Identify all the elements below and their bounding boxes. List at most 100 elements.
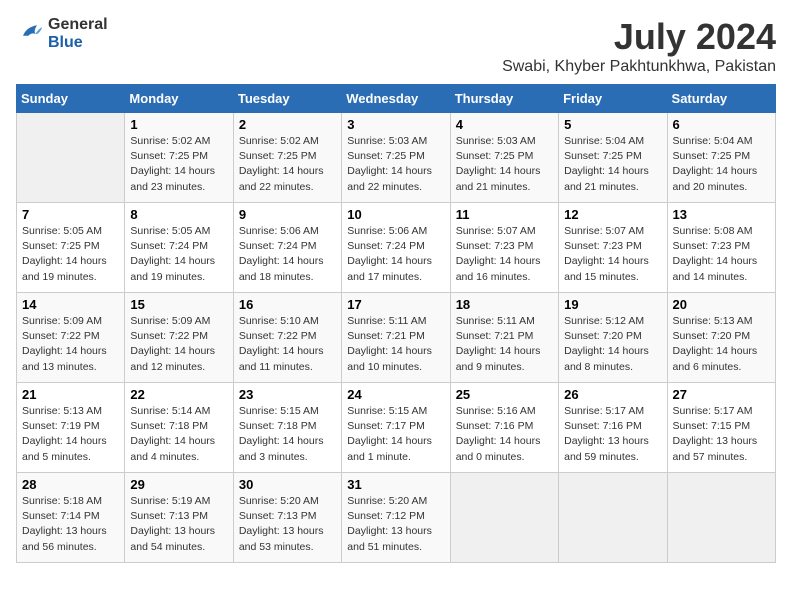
day-number: 16 bbox=[239, 297, 336, 312]
calendar-week-2: 7Sunrise: 5:05 AMSunset: 7:25 PMDaylight… bbox=[17, 203, 776, 293]
calendar-cell: 27 Sunrise: 5:17 AMSunset: 7:15 PMDayligh… bbox=[667, 383, 775, 473]
calendar-week-5: 28Sunrise: 5:18 AMSunset: 7:14 PMDayligh… bbox=[17, 473, 776, 563]
calendar-cell: 17Sunrise: 5:11 AMSunset: 7:21 PMDayligh… bbox=[342, 293, 450, 383]
day-info: Sunrise: 5:11 AMSunset: 7:21 PMDaylight:… bbox=[456, 314, 553, 375]
calendar-cell: 23 Sunrise: 5:15 AMSunset: 7:18 PMDayligh… bbox=[233, 383, 341, 473]
day-info: Sunrise: 5:14 AMSunset: 7:18 PMDaylight:… bbox=[130, 404, 227, 465]
calendar-cell: 21 Sunrise: 5:13 AMSunset: 7:19 PMDayligh… bbox=[17, 383, 125, 473]
calendar-cell: 24 Sunrise: 5:15 AMSunset: 7:17 PMDayligh… bbox=[342, 383, 450, 473]
col-wednesday: Wednesday bbox=[342, 85, 450, 113]
day-info: Sunrise: 5:03 AMSunset: 7:25 PMDaylight:… bbox=[456, 134, 553, 195]
calendar-cell bbox=[450, 473, 558, 563]
col-monday: Monday bbox=[125, 85, 233, 113]
calendar-cell bbox=[559, 473, 667, 563]
day-number: 29 bbox=[130, 477, 227, 492]
day-info: Sunrise: 5:04 AMSunset: 7:25 PMDaylight:… bbox=[564, 134, 661, 195]
day-number: 8 bbox=[130, 207, 227, 222]
title-block: July 2024 Swabi, Khyber Pakhtunkhwa, Pak… bbox=[502, 16, 776, 76]
day-number: 21 bbox=[22, 387, 119, 402]
calendar-cell: 8 Sunrise: 5:05 AMSunset: 7:24 PMDaylight… bbox=[125, 203, 233, 293]
day-info: Sunrise: 5:07 AMSunset: 7:23 PMDaylight:… bbox=[456, 224, 553, 285]
day-number: 26 bbox=[564, 387, 661, 402]
calendar-cell: 12 Sunrise: 5:07 AMSunset: 7:23 PMDayligh… bbox=[559, 203, 667, 293]
day-number: 13 bbox=[673, 207, 770, 222]
calendar-table: Sunday Monday Tuesday Wednesday Thursday… bbox=[16, 84, 776, 563]
day-info: Sunrise: 5:19 AMSunset: 7:13 PMDaylight:… bbox=[130, 494, 227, 555]
calendar-cell: 19Sunrise: 5:12 AMSunset: 7:20 PMDayligh… bbox=[559, 293, 667, 383]
calendar-cell: 25Sunrise: 5:16 AMSunset: 7:16 PMDayligh… bbox=[450, 383, 558, 473]
day-info: Sunrise: 5:02 AMSunset: 7:25 PMDaylight:… bbox=[239, 134, 336, 195]
day-info: Sunrise: 5:06 AMSunset: 7:24 PMDaylight:… bbox=[239, 224, 336, 285]
day-info: Sunrise: 5:02 AMSunset: 7:25 PMDaylight:… bbox=[130, 134, 227, 195]
calendar-cell: 10Sunrise: 5:06 AMSunset: 7:24 PMDayligh… bbox=[342, 203, 450, 293]
calendar-cell: 6Sunrise: 5:04 AMSunset: 7:25 PMDaylight… bbox=[667, 113, 775, 203]
day-info: Sunrise: 5:10 AMSunset: 7:22 PMDaylight:… bbox=[239, 314, 336, 375]
day-number: 17 bbox=[347, 297, 444, 312]
col-sunday: Sunday bbox=[17, 85, 125, 113]
day-number: 10 bbox=[347, 207, 444, 222]
day-number: 22 bbox=[130, 387, 227, 402]
calendar-cell: 26Sunrise: 5:17 AMSunset: 7:16 PMDayligh… bbox=[559, 383, 667, 473]
calendar-cell: 28Sunrise: 5:18 AMSunset: 7:14 PMDayligh… bbox=[17, 473, 125, 563]
calendar-cell: 11Sunrise: 5:07 AMSunset: 7:23 PMDayligh… bbox=[450, 203, 558, 293]
col-thursday: Thursday bbox=[450, 85, 558, 113]
day-info: Sunrise: 5:20 AMSunset: 7:13 PMDaylight:… bbox=[239, 494, 336, 555]
main-title: July 2024 bbox=[502, 16, 776, 58]
day-number: 14 bbox=[22, 297, 119, 312]
logo-text: General Blue bbox=[48, 16, 108, 51]
day-number: 18 bbox=[456, 297, 553, 312]
col-friday: Friday bbox=[559, 85, 667, 113]
calendar-cell: 22 Sunrise: 5:14 AMSunset: 7:18 PMDayligh… bbox=[125, 383, 233, 473]
calendar-cell: 1Sunrise: 5:02 AMSunset: 7:25 PMDaylight… bbox=[125, 113, 233, 203]
day-info: Sunrise: 5:18 AMSunset: 7:14 PMDaylight:… bbox=[22, 494, 119, 555]
logo-icon bbox=[16, 20, 44, 48]
calendar-cell: 31Sunrise: 5:20 AMSunset: 7:12 PMDayligh… bbox=[342, 473, 450, 563]
calendar-cell bbox=[17, 113, 125, 203]
calendar-cell: 16 Sunrise: 5:10 AMSunset: 7:22 PMDayligh… bbox=[233, 293, 341, 383]
logo-blue: Blue bbox=[48, 34, 108, 52]
subtitle: Swabi, Khyber Pakhtunkhwa, Pakistan bbox=[502, 58, 776, 76]
day-info: Sunrise: 5:03 AMSunset: 7:25 PMDaylight:… bbox=[347, 134, 444, 195]
day-info: Sunrise: 5:15 AMSunset: 7:18 PMDaylight:… bbox=[239, 404, 336, 465]
col-tuesday: Tuesday bbox=[233, 85, 341, 113]
calendar-cell bbox=[667, 473, 775, 563]
day-info: Sunrise: 5:05 AMSunset: 7:25 PMDaylight:… bbox=[22, 224, 119, 285]
calendar-cell: 7Sunrise: 5:05 AMSunset: 7:25 PMDaylight… bbox=[17, 203, 125, 293]
logo: General Blue bbox=[16, 16, 108, 51]
day-number: 4 bbox=[456, 117, 553, 132]
calendar-cell: 3 Sunrise: 5:03 AMSunset: 7:25 PMDaylight… bbox=[342, 113, 450, 203]
day-number: 9 bbox=[239, 207, 336, 222]
calendar-cell: 14Sunrise: 5:09 AMSunset: 7:22 PMDayligh… bbox=[17, 293, 125, 383]
day-number: 24 bbox=[347, 387, 444, 402]
day-number: 31 bbox=[347, 477, 444, 492]
day-info: Sunrise: 5:17 AMSunset: 7:15 PMDaylight:… bbox=[673, 404, 770, 465]
calendar-cell: 30 Sunrise: 5:20 AMSunset: 7:13 PMDayligh… bbox=[233, 473, 341, 563]
day-number: 3 bbox=[347, 117, 444, 132]
col-saturday: Saturday bbox=[667, 85, 775, 113]
header-row: Sunday Monday Tuesday Wednesday Thursday… bbox=[17, 85, 776, 113]
day-info: Sunrise: 5:05 AMSunset: 7:24 PMDaylight:… bbox=[130, 224, 227, 285]
day-number: 20 bbox=[673, 297, 770, 312]
calendar-cell: 4 Sunrise: 5:03 AMSunset: 7:25 PMDaylight… bbox=[450, 113, 558, 203]
day-info: Sunrise: 5:13 AMSunset: 7:20 PMDaylight:… bbox=[673, 314, 770, 375]
calendar-week-3: 14 Sunrise: 5:09 AMSunset: 7:22 PMDayligh… bbox=[17, 293, 776, 383]
day-number: 27 bbox=[673, 387, 770, 402]
day-info: Sunrise: 5:13 AMSunset: 7:19 PMDaylight:… bbox=[22, 404, 119, 465]
day-number: 30 bbox=[239, 477, 336, 492]
calendar-cell: 18 Sunrise: 5:11 AMSunset: 7:21 PMDayligh… bbox=[450, 293, 558, 383]
page-header: General Blue July 2024 Swabi, Khyber Pak… bbox=[16, 16, 776, 76]
logo-general: General bbox=[48, 16, 108, 34]
day-number: 2 bbox=[239, 117, 336, 132]
day-info: Sunrise: 5:15 AMSunset: 7:17 PMDaylight:… bbox=[347, 404, 444, 465]
day-number: 23 bbox=[239, 387, 336, 402]
calendar-cell: 20 Sunrise: 5:13 AMSunset: 7:20 PMDayligh… bbox=[667, 293, 775, 383]
day-number: 12 bbox=[564, 207, 661, 222]
day-info: Sunrise: 5:09 AMSunset: 7:22 PMDaylight:… bbox=[130, 314, 227, 375]
day-info: Sunrise: 5:07 AMSunset: 7:23 PMDaylight:… bbox=[564, 224, 661, 285]
calendar-cell: 29 Sunrise: 5:19 AMSunset: 7:13 PMDayligh… bbox=[125, 473, 233, 563]
calendar-cell: 13Sunrise: 5:08 AMSunset: 7:23 PMDayligh… bbox=[667, 203, 775, 293]
calendar-cell: 9 Sunrise: 5:06 AMSunset: 7:24 PMDaylight… bbox=[233, 203, 341, 293]
day-info: Sunrise: 5:12 AMSunset: 7:20 PMDaylight:… bbox=[564, 314, 661, 375]
calendar-cell: 2 Sunrise: 5:02 AMSunset: 7:25 PMDaylight… bbox=[233, 113, 341, 203]
calendar-week-4: 21 Sunrise: 5:13 AMSunset: 7:19 PMDayligh… bbox=[17, 383, 776, 473]
